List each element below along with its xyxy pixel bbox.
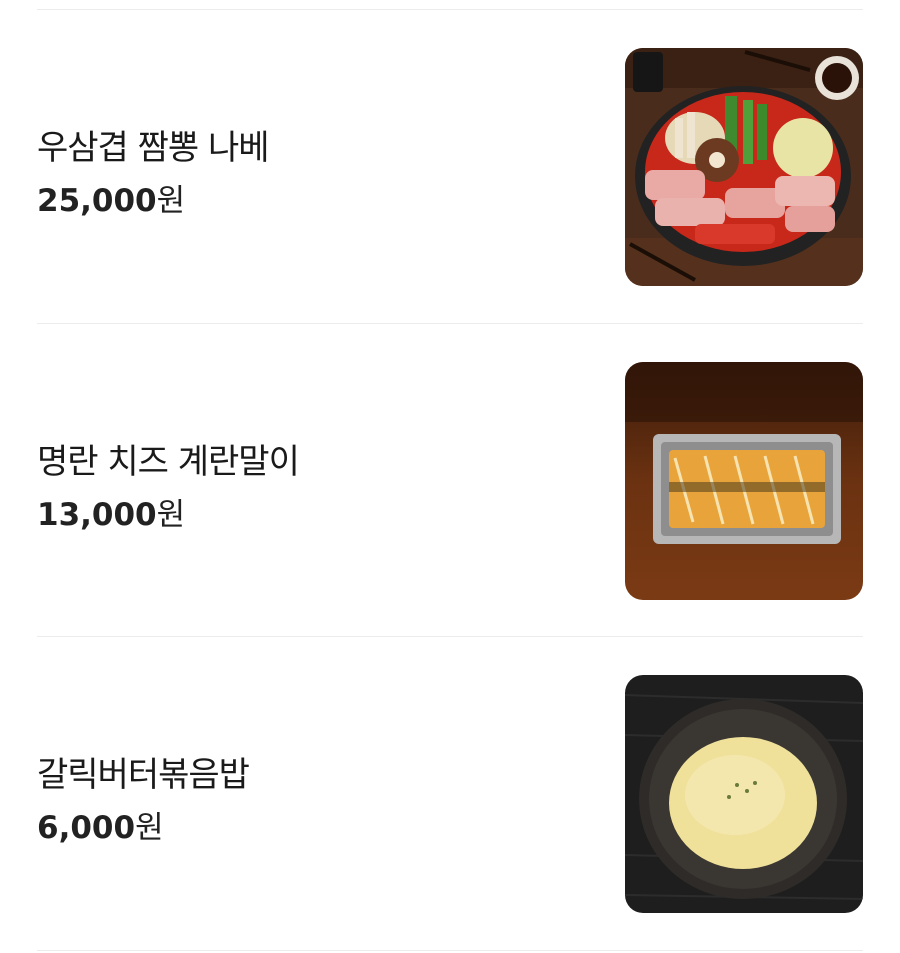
- menu-item-price: 13,000원: [37, 489, 185, 534]
- menu-item-price: 25,000원: [37, 175, 185, 220]
- price-currency: 원: [156, 497, 186, 533]
- menu-item-nabe[interactable]: 우삼겹 짬뽕 나베 25,000원: [0, 10, 900, 323]
- menu-item-photo[interactable]: [625, 48, 863, 286]
- menu-item-fried-rice[interactable]: 갈릭버터볶음밥 6,000원: [0, 637, 900, 950]
- menu-item-name: 우삼겹 짬뽕 나베: [37, 128, 270, 168]
- menu-item-photo[interactable]: [625, 362, 863, 600]
- menu-item-omelette[interactable]: 명란 치즈 계란말이 13,000원: [0, 324, 900, 637]
- price-value: 6,000: [37, 810, 136, 846]
- menu-item-price: 6,000원: [37, 802, 164, 847]
- menu-item-name: 갈릭버터볶음밥: [37, 755, 250, 795]
- price-value: 13,000: [37, 497, 157, 533]
- price-value: 25,000: [37, 183, 157, 219]
- bottom-divider: [37, 950, 863, 951]
- price-currency: 원: [156, 183, 186, 219]
- menu-item-photo[interactable]: [625, 675, 863, 913]
- menu-item-name: 명란 치즈 계란말이: [37, 442, 300, 482]
- price-currency: 원: [135, 810, 164, 846]
